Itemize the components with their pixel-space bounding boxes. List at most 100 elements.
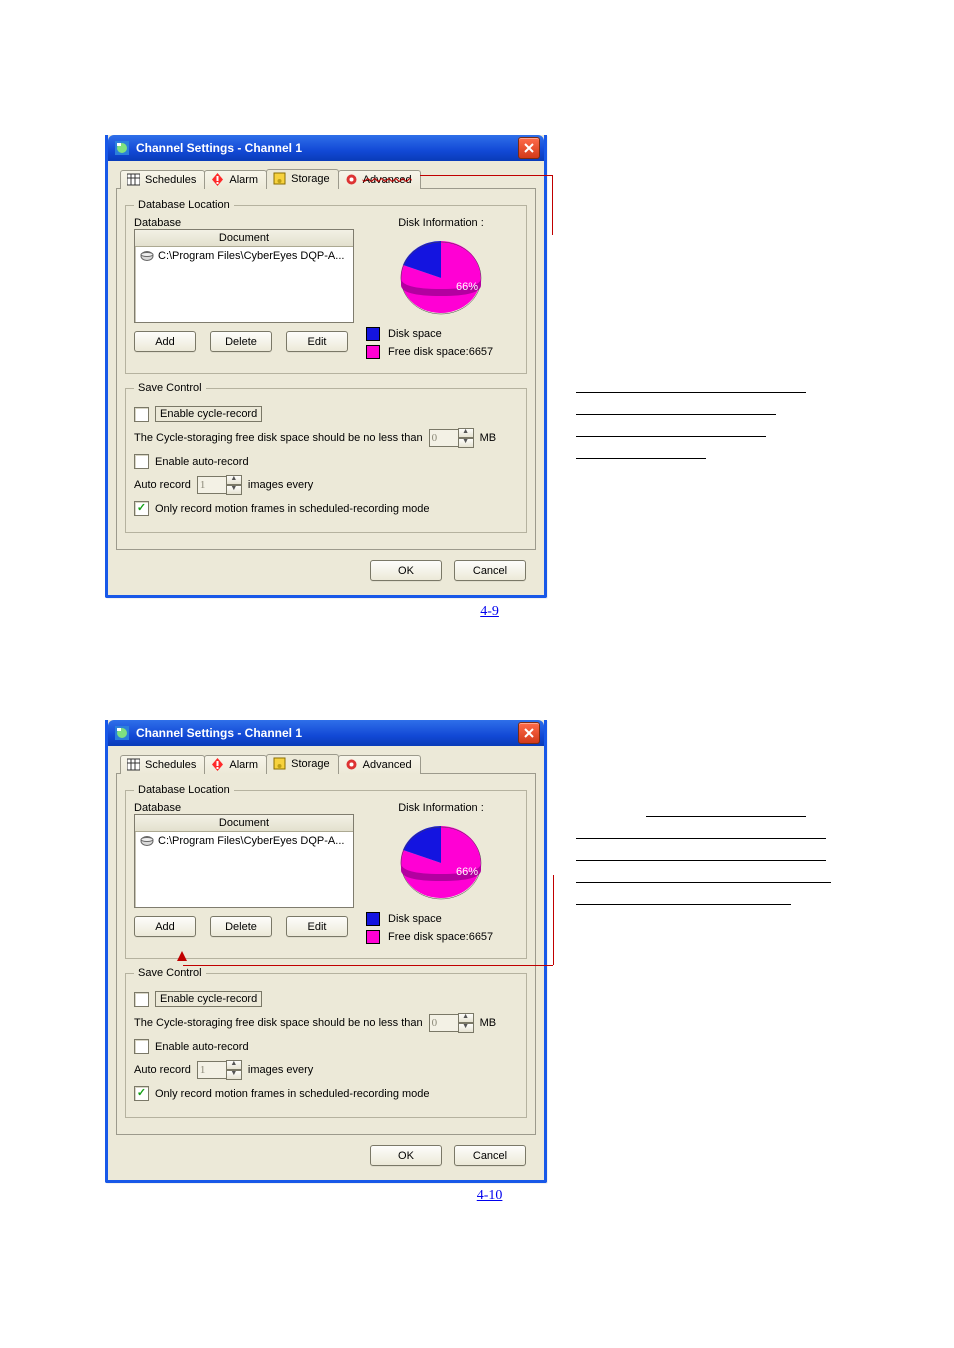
- callout-leader: [420, 175, 552, 176]
- listview-column-document[interactable]: Document: [135, 230, 353, 246]
- cycle-space-spinner[interactable]: ▲▼: [429, 1013, 474, 1033]
- close-button[interactable]: [518, 722, 540, 744]
- legend-swatch-free: [366, 345, 380, 359]
- calendar-icon: [127, 173, 140, 186]
- close-icon: [524, 728, 534, 738]
- database-listview[interactable]: Document C:\Program Files\CyberEyes DQP-…: [134, 229, 354, 323]
- legend-disk-space: Disk space: [366, 327, 518, 341]
- edit-button[interactable]: Edit: [286, 916, 348, 937]
- spinner-up-icon[interactable]: ▲: [226, 475, 242, 485]
- delete-button[interactable]: Delete: [210, 331, 272, 352]
- spinner-down-icon[interactable]: ▼: [226, 1070, 242, 1080]
- group-legend: Database Location: [134, 784, 234, 796]
- checkbox-enable-cycle-record[interactable]: [134, 407, 149, 422]
- group-save-control: Save Control Enable cycle-record The Cyc…: [125, 382, 527, 533]
- tab-label: Storage: [291, 173, 330, 185]
- cycle-space-text-prefix: The Cycle-storaging free disk space shou…: [134, 432, 423, 444]
- storage-icon: [273, 172, 286, 185]
- cycle-space-text-prefix: The Cycle-storaging free disk space shou…: [134, 1017, 423, 1029]
- figure-caption: Picture 4-10: [268, 1186, 668, 1206]
- pie-percent-label: 66%: [456, 281, 478, 293]
- tab-label: Alarm: [229, 174, 258, 186]
- cycle-space-value[interactable]: [429, 1014, 459, 1032]
- group-database-location: Database Location Database Document: [125, 199, 527, 374]
- callout-arrow: [177, 951, 187, 961]
- close-button[interactable]: [518, 137, 540, 159]
- side-note-first: [576, 378, 856, 487]
- auto-record-spinner[interactable]: ▲▼: [197, 475, 242, 495]
- tab-alarm[interactable]: Alarm: [204, 170, 267, 189]
- label-enable-auto-record: Enable auto-record: [155, 456, 249, 468]
- tab-label: Alarm: [229, 759, 258, 771]
- checkbox-enable-auto-record[interactable]: [134, 454, 149, 469]
- cycle-space-unit: MB: [480, 432, 497, 444]
- cycle-space-value[interactable]: [429, 429, 459, 447]
- checkbox-only-motion[interactable]: [134, 501, 149, 516]
- tab-label: Advanced: [363, 174, 412, 186]
- disk-info-title: Disk Information :: [364, 802, 518, 814]
- legend-swatch-free: [366, 930, 380, 944]
- listview-column-document[interactable]: Document: [135, 815, 353, 831]
- tab-advanced[interactable]: Advanced: [338, 755, 421, 774]
- group-legend: Save Control: [134, 382, 206, 394]
- callout-leader: [552, 175, 553, 235]
- cancel-button[interactable]: Cancel: [454, 560, 526, 581]
- legend-free-space: Free disk space:6657: [366, 345, 518, 359]
- disk-pie-chart: 66%: [386, 818, 496, 908]
- titlebar[interactable]: Channel Settings - Channel 1: [108, 135, 544, 161]
- listview-row[interactable]: C:\Program Files\CyberEyes DQP-A...: [135, 832, 353, 850]
- database-label: Database: [134, 217, 354, 229]
- listview-row[interactable]: C:\Program Files\CyberEyes DQP-A...: [135, 247, 353, 265]
- auto-record-suffix: images every: [248, 1064, 313, 1076]
- app-icon: [114, 140, 130, 156]
- listview-cell: C:\Program Files\CyberEyes DQP-A...: [158, 250, 344, 262]
- group-legend: Save Control: [134, 967, 206, 979]
- tab-label: Storage: [291, 758, 330, 770]
- auto-record-suffix: images every: [248, 479, 313, 491]
- cycle-space-unit: MB: [480, 1017, 497, 1029]
- ok-button[interactable]: OK: [370, 1145, 442, 1166]
- disk-info-title: Disk Information :: [364, 217, 518, 229]
- tab-advanced[interactable]: Advanced: [338, 170, 421, 189]
- titlebar[interactable]: Channel Settings - Channel 1: [108, 720, 544, 746]
- edit-button[interactable]: Edit: [286, 331, 348, 352]
- add-button[interactable]: Add: [134, 916, 196, 937]
- spinner-up-icon[interactable]: ▲: [226, 1060, 242, 1070]
- spinner-up-icon[interactable]: ▲: [458, 1013, 474, 1023]
- pie-percent-label: 66%: [456, 866, 478, 878]
- cancel-button[interactable]: Cancel: [454, 1145, 526, 1166]
- delete-button[interactable]: Delete: [210, 916, 272, 937]
- tab-schedules[interactable]: Schedules: [120, 755, 205, 774]
- auto-record-spinner[interactable]: ▲▼: [197, 1060, 242, 1080]
- tab-storage[interactable]: Storage: [266, 169, 339, 189]
- tab-storage[interactable]: Storage: [266, 754, 339, 774]
- auto-record-value[interactable]: [197, 1061, 227, 1079]
- folder-icon: [140, 250, 154, 262]
- ok-button[interactable]: OK: [370, 560, 442, 581]
- alarm-icon: [211, 173, 224, 186]
- gear-icon: [345, 173, 358, 186]
- label-enable-cycle-record: Enable cycle-record: [155, 991, 262, 1007]
- label-enable-cycle-record: Enable cycle-record: [155, 406, 262, 422]
- auto-record-value[interactable]: [197, 476, 227, 494]
- add-button[interactable]: Add: [134, 331, 196, 352]
- spinner-up-icon[interactable]: ▲: [458, 428, 474, 438]
- label-only-motion: Only record motion frames in scheduled-r…: [155, 1088, 430, 1100]
- figure-caption: Picture 4-9: [268, 602, 668, 622]
- callout-leader: [183, 965, 553, 966]
- checkbox-enable-cycle-record[interactable]: [134, 992, 149, 1007]
- spinner-down-icon[interactable]: ▼: [226, 485, 242, 495]
- tabstrip: Schedules Alarm Storage Advanced: [116, 752, 536, 774]
- auto-record-prefix: Auto record: [134, 479, 191, 491]
- tab-alarm[interactable]: Alarm: [204, 755, 267, 774]
- app-icon: [114, 725, 130, 741]
- legend-disk-space: Disk space: [366, 912, 518, 926]
- callout-leader: [553, 875, 554, 965]
- spinner-down-icon[interactable]: ▼: [458, 1023, 474, 1033]
- spinner-down-icon[interactable]: ▼: [458, 438, 474, 448]
- cycle-space-spinner[interactable]: ▲▼: [429, 428, 474, 448]
- tab-schedules[interactable]: Schedules: [120, 170, 205, 189]
- database-listview[interactable]: Document C:\Program Files\CyberEyes DQP-…: [134, 814, 354, 908]
- checkbox-only-motion[interactable]: [134, 1086, 149, 1101]
- checkbox-enable-auto-record[interactable]: [134, 1039, 149, 1054]
